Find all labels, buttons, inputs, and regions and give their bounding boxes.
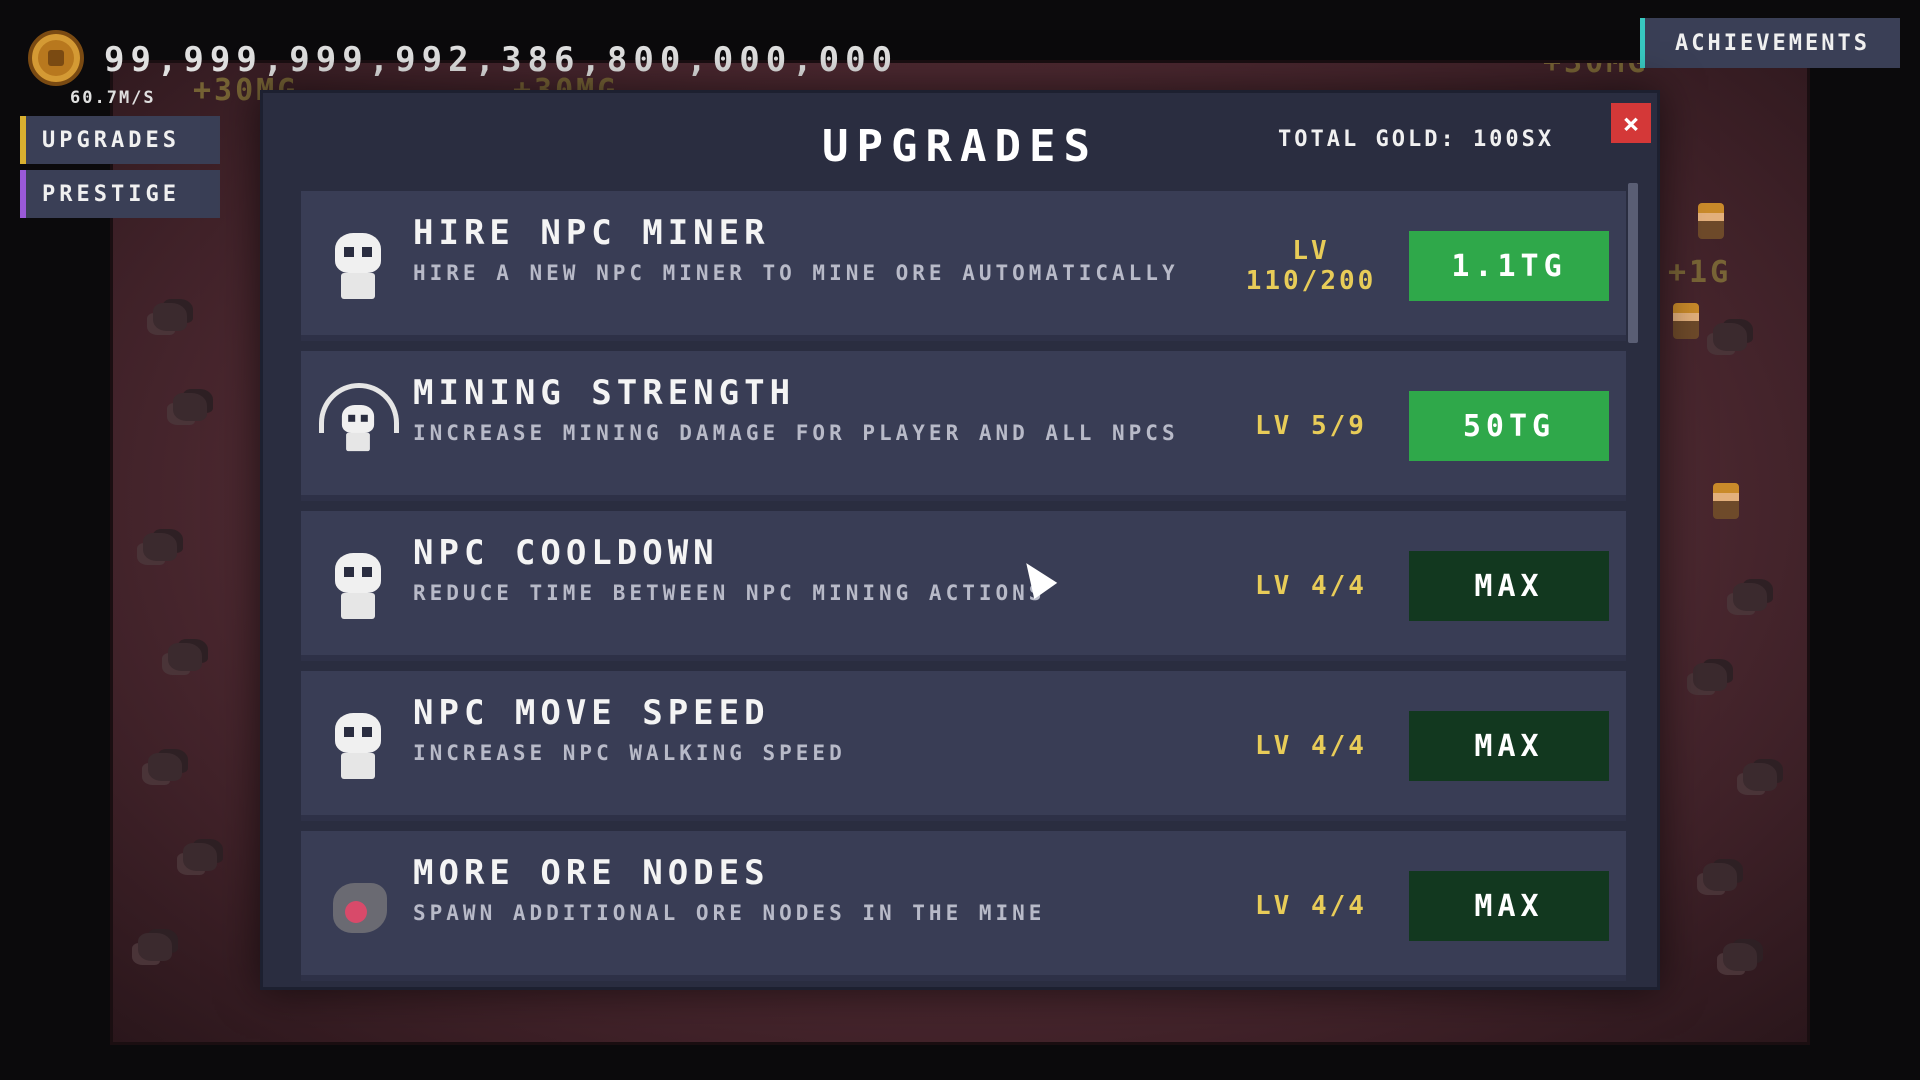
ore-rock <box>1723 943 1757 971</box>
upgrades-modal: UPGRADES TOTAL GOLD: 100SX × HIRE NPC MI… <box>260 90 1660 990</box>
buy-button-price: 50TG <box>1462 408 1556 444</box>
ore-rock <box>1713 323 1747 351</box>
mining-strength-icon <box>319 383 399 463</box>
upgrade-card-hire-npc-miner: HIRE NPC MINER HIRE A NEW NPC MINER TO M… <box>301 191 1626 341</box>
npc-miner <box>1713 483 1739 519</box>
npc-skull-icon <box>323 549 393 623</box>
upgrades-button[interactable]: UPGRADES <box>20 116 220 164</box>
scrollbar[interactable] <box>1628 183 1638 343</box>
gold-popup: +30MG <box>1543 60 1649 80</box>
achievements-button[interactable]: ACHIEVEMENTS <box>1640 18 1900 68</box>
gold-popup: +1G <box>1668 255 1732 290</box>
ore-rock <box>168 643 202 671</box>
npc-miner <box>1698 203 1724 239</box>
max-button-label: MAX <box>1474 888 1544 924</box>
max-upgrade-button[interactable]: MAX <box>1409 871 1609 941</box>
upgrade-level: LV 4/4 <box>1255 571 1367 601</box>
upgrade-name: MORE ORE NODES <box>413 853 770 893</box>
upgrade-name: NPC COOLDOWN <box>413 533 719 573</box>
upgrade-level: LV 5/9 <box>1255 411 1367 441</box>
upgrade-card-npc-move-speed: NPC MOVE SPEED INCREASE NPC WALKING SPEE… <box>301 671 1626 821</box>
ore-node-icon <box>323 869 393 943</box>
ore-rock <box>138 933 172 961</box>
ore-rock <box>173 393 207 421</box>
ore-rock <box>148 753 182 781</box>
upgrade-name: NPC MOVE SPEED <box>413 693 770 733</box>
max-button-label: MAX <box>1474 728 1544 764</box>
gold-total: 99,999,999,992,386,800,000,000 <box>104 40 899 80</box>
close-button[interactable]: × <box>1611 103 1651 143</box>
upgrade-level: LV 4/4 <box>1255 731 1367 761</box>
ore-rock <box>1743 763 1777 791</box>
ore-rock <box>143 533 177 561</box>
buy-button-price: 1.1TG <box>1451 248 1567 284</box>
npc-skull-icon <box>323 229 393 303</box>
ore-rock <box>183 843 217 871</box>
upgrade-card-mining-strength: MINING STRENGTH INCREASE MINING DAMAGE F… <box>301 351 1626 501</box>
upgrade-card-npc-cooldown: NPC COOLDOWN REDUCE TIME BETWEEN NPC MIN… <box>301 511 1626 661</box>
buy-upgrade-button[interactable]: 50TG <box>1409 391 1609 461</box>
npc-miner <box>1673 303 1699 339</box>
npc-skull-icon <box>323 709 393 783</box>
max-button-label: MAX <box>1474 568 1544 604</box>
upgrade-description: SPAWN ADDITIONAL ORE NODES IN THE MINE <box>413 901 1046 925</box>
gold-coin-icon <box>28 30 84 86</box>
ore-rock <box>153 303 187 331</box>
gold-rate: 60.7M/S <box>70 88 156 108</box>
total-gold-label: TOTAL GOLD: 100SX <box>1278 127 1555 152</box>
prestige-button[interactable]: PRESTIGE <box>20 170 220 218</box>
upgrade-description: HIRE A NEW NPC MINER TO MINE ORE AUTOMAT… <box>413 261 1179 285</box>
upgrade-description: INCREASE MINING DAMAGE FOR PLAYER AND AL… <box>413 421 1179 445</box>
achievements-button-label: ACHIEVEMENTS <box>1675 30 1870 56</box>
ore-rock <box>1703 863 1737 891</box>
upgrade-description: REDUCE TIME BETWEEN NPC MINING ACTIONS <box>413 581 1046 605</box>
upgrades-button-label: UPGRADES <box>42 127 180 153</box>
upgrade-level: LV 110/200 <box>1245 236 1377 296</box>
upgrade-description: INCREASE NPC WALKING SPEED <box>413 741 846 765</box>
ore-rock <box>1693 663 1727 691</box>
close-icon: × <box>1622 106 1640 140</box>
buy-upgrade-button[interactable]: 1.1TG <box>1409 231 1609 301</box>
upgrade-name: HIRE NPC MINER <box>413 213 770 253</box>
prestige-button-label: PRESTIGE <box>42 181 180 207</box>
max-upgrade-button[interactable]: MAX <box>1409 711 1609 781</box>
upgrade-level: LV 4/4 <box>1255 891 1367 921</box>
upgrade-name: MINING STRENGTH <box>413 373 796 413</box>
ore-rock <box>1733 583 1767 611</box>
max-upgrade-button[interactable]: MAX <box>1409 551 1609 621</box>
upgrade-card-more-ore-nodes: MORE ORE NODES SPAWN ADDITIONAL ORE NODE… <box>301 831 1626 981</box>
